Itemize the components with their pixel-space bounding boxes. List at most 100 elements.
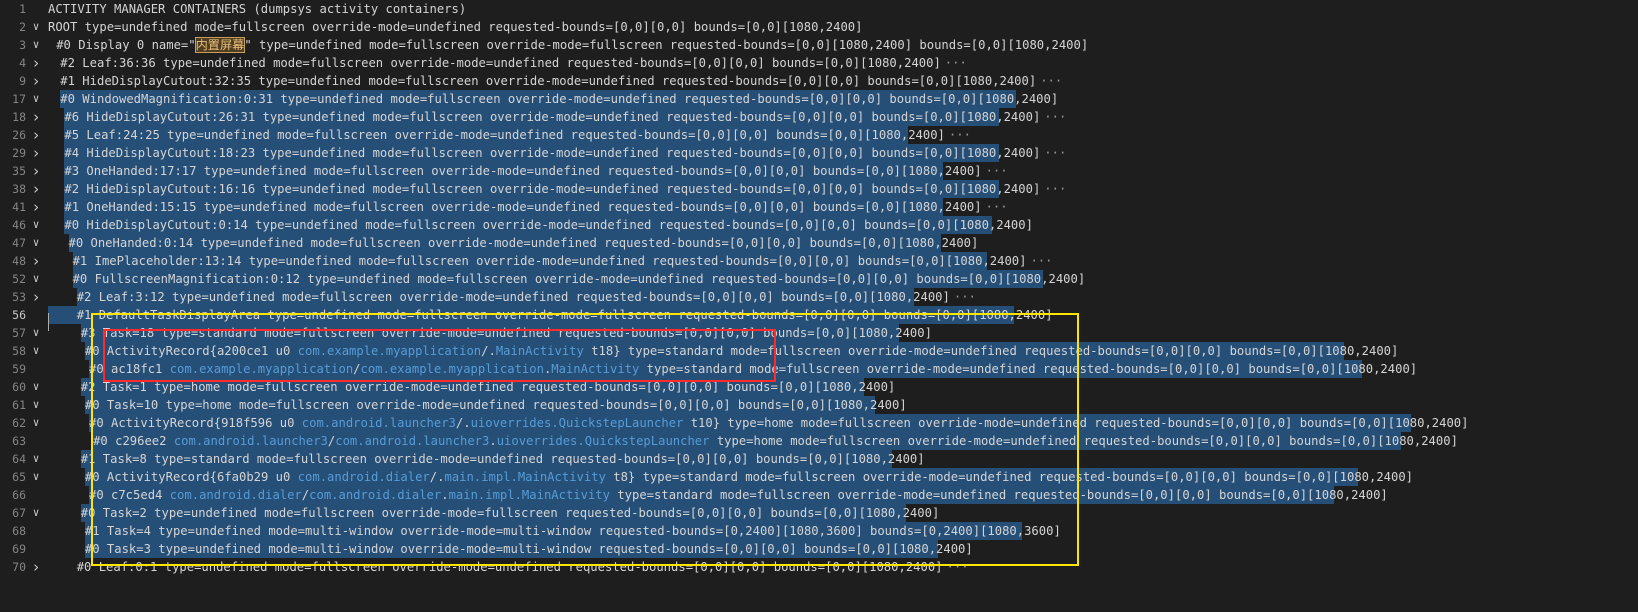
fold-collapsed-chevron-icon[interactable]: › xyxy=(29,126,43,144)
editor-line[interactable]: 61 ∨ #0 Task=10 type=home mode=fullscreen … xyxy=(0,396,1638,414)
editor-line[interactable]: 46 ∨ #0 HideDisplayCutout:0:14 type=undefi… xyxy=(0,216,1638,234)
fold-expanded-chevron-icon[interactable]: ∨ xyxy=(29,378,43,396)
fold-expanded-chevron-icon[interactable]: ∨ xyxy=(29,90,43,108)
fold-expanded-chevron-icon[interactable]: ∨ xyxy=(29,396,43,414)
fold-collapsed-chevron-icon[interactable]: › xyxy=(29,198,43,216)
editor-line[interactable]: 65 ∨ #0 ActivityRecord{6fa0b29 u0 com.andr… xyxy=(0,468,1638,486)
line-text-content: #0 HideDisplayCutout:0:14 type=undefined… xyxy=(64,218,1033,232)
folded-ellipsis-icon[interactable]: ··· xyxy=(1044,110,1066,124)
editor-line[interactable]: 3 ∨ #0 Display 0 name="内置屏幕" type=undefine… xyxy=(0,36,1638,54)
editor-line[interactable]: 48 › #1 ImePlaceholder:13:14 type=undefine… xyxy=(0,252,1638,270)
line-text: #0 OneHanded:0:14 type=undefined mode=fu… xyxy=(69,234,979,252)
search-match-highlight: 内置屏幕 xyxy=(194,37,246,53)
fold-collapsed-chevron-icon[interactable]: › xyxy=(29,558,43,576)
line-text: #2 Leaf:3:12 type=undefined mode=fullscr… xyxy=(77,288,976,306)
fold-collapsed-chevron-icon[interactable]: › xyxy=(29,162,43,180)
fold-expanded-chevron-icon[interactable]: ∨ xyxy=(29,270,43,288)
editor-line[interactable]: 1 ACTIVITY MANAGER CONTAINERS (dumpsys ac… xyxy=(0,0,1638,18)
editor-line[interactable]: 69 #0 Task=3 type=undefined mode=multi-wi… xyxy=(0,540,1638,558)
folded-ellipsis-icon[interactable]: ··· xyxy=(986,164,1008,178)
line-text: #1 ImePlaceholder:13:14 type=undefined m… xyxy=(73,252,1053,270)
fold-collapsed-chevron-icon[interactable]: › xyxy=(29,144,43,162)
editor-line[interactable]: 60 ∨ #2 Task=1 type=home mode=fullscreen o… xyxy=(0,378,1638,396)
editor-line[interactable]: 2 ∨ ROOT type=undefined mode=fullscreen ov… xyxy=(0,18,1638,36)
folded-ellipsis-icon[interactable]: ··· xyxy=(1044,182,1066,196)
fold-collapsed-chevron-icon[interactable]: › xyxy=(29,54,43,72)
line-text-content: #0 Task=3 type=undefined mode=multi-wind… xyxy=(84,542,973,556)
line-text: #1 OneHanded:15:15 type=undefined mode=f… xyxy=(64,198,1007,216)
line-number: 35 xyxy=(12,164,26,178)
line-text-content: #0 Task=2 type=undefined mode=fullscreen… xyxy=(80,506,940,520)
editor-line[interactable]: 62 ∨ #0 ActivityRecord{918f596 u0 com.andr… xyxy=(0,414,1638,432)
editor-line[interactable]: 57 ∨ #3 Task=18 type=standard mode=fullscr… xyxy=(0,324,1638,342)
line-text-content: #0 FullscreenMagnification:0:12 type=und… xyxy=(72,272,1086,286)
fold-expanded-chevron-icon[interactable]: ∨ xyxy=(29,216,43,234)
folded-ellipsis-icon[interactable]: ··· xyxy=(945,56,967,70)
fold-expanded-chevron-icon[interactable]: ∨ xyxy=(29,450,43,468)
folded-ellipsis-icon[interactable]: ··· xyxy=(949,128,971,142)
line-number: 29 xyxy=(12,146,26,160)
fold-collapsed-chevron-icon[interactable]: › xyxy=(29,180,43,198)
line-text: #0 WindowedMagnification:0:31 type=undef… xyxy=(60,90,1058,108)
fold-expanded-chevron-icon[interactable]: ∨ xyxy=(29,18,43,36)
fold-expanded-chevron-icon[interactable]: ∨ xyxy=(29,504,43,522)
code-editor[interactable]: 1 ACTIVITY MANAGER CONTAINERS (dumpsys ac… xyxy=(0,0,1638,612)
line-text-content: #1 HideDisplayCutout:32:35 type=undefine… xyxy=(60,74,1037,88)
editor-line[interactable]: 68 #1 Task=4 type=undefined mode=multi-wi… xyxy=(0,522,1638,540)
fold-collapsed-chevron-icon[interactable]: › xyxy=(29,108,43,126)
fold-collapsed-chevron-icon[interactable]: › xyxy=(29,252,43,270)
fold-collapsed-chevron-icon[interactable]: › xyxy=(29,288,43,306)
editor-line[interactable]: 53 › #2 Leaf:3:12 type=undefined mode=full… xyxy=(0,288,1638,306)
fold-expanded-chevron-icon[interactable]: ∨ xyxy=(29,414,43,432)
line-text: #3 Task=18 type=standard mode=fullscreen… xyxy=(81,324,932,342)
fold-expanded-chevron-icon[interactable]: ∨ xyxy=(29,468,43,486)
line-text-content: #0 c296ee2 com.android.launcher3/com.and… xyxy=(93,434,1458,448)
editor-line[interactable]: 4 › #2 Leaf:36:36 type=undefined mode=full… xyxy=(0,54,1638,72)
line-text-content: #0 c7c5ed4 com.android.dialer/com.androi… xyxy=(89,488,1388,502)
editor-line[interactable]: 52 ∨ #0 FullscreenMagnification:0:12 type=… xyxy=(0,270,1638,288)
folded-ellipsis-icon[interactable]: ··· xyxy=(986,200,1008,214)
editor-line[interactable]: 17 ∨ #0 WindowedMagnification:0:31 type=un… xyxy=(0,90,1638,108)
editor-line[interactable]: 26 › #5 Leaf:24:25 type=undefined mode=ful… xyxy=(0,126,1638,144)
editor-line[interactable]: 67 ∨ #0 Task=2 type=undefined mode=fullscr… xyxy=(0,504,1638,522)
fold-expanded-chevron-icon[interactable]: ∨ xyxy=(29,234,43,252)
editor-line[interactable]: 47 ∨ #0 OneHanded:0:14 type=undefined mode… xyxy=(0,234,1638,252)
editor-line[interactable]: 63 #0 c296ee2 com.android.launcher3/com.a… xyxy=(0,432,1638,450)
line-number: 65 xyxy=(12,470,26,484)
editor-line[interactable]: 38 › #2 HideDisplayCutout:16:16 type=undef… xyxy=(0,180,1638,198)
line-number: 26 xyxy=(12,128,26,142)
fold-expanded-chevron-icon[interactable]: ∨ xyxy=(29,342,43,360)
editor-line[interactable]: 41 › #1 OneHanded:15:15 type=undefined mod… xyxy=(0,198,1638,216)
editor-line[interactable]: 29 › #4 HideDisplayCutout:18:23 type=undef… xyxy=(0,144,1638,162)
line-text: #2 Leaf:36:36 type=undefined mode=fullsc… xyxy=(60,54,967,72)
line-number: 4 xyxy=(19,56,26,70)
folded-ellipsis-icon[interactable]: ··· xyxy=(1044,146,1066,160)
editor-line[interactable]: 18 › #6 HideDisplayCutout:26:31 type=undef… xyxy=(0,108,1638,126)
fold-collapsed-chevron-icon[interactable]: › xyxy=(29,72,43,90)
line-text: #1 Task=4 type=undefined mode=multi-wind… xyxy=(85,522,1061,540)
editor-line[interactable]: 64 ∨ #1 Task=8 type=standard mode=fullscre… xyxy=(0,450,1638,468)
folded-ellipsis-icon[interactable]: ··· xyxy=(1040,74,1062,88)
editor-line[interactable]: 9 › #1 HideDisplayCutout:32:35 type=undefi… xyxy=(0,72,1638,90)
line-text-content: #4 HideDisplayCutout:18:23 type=undefine… xyxy=(64,146,1041,160)
folded-ellipsis-icon[interactable]: ··· xyxy=(1030,254,1052,268)
editor-line[interactable]: 56 #1 DefaultTaskDisplayArea type=undefin… xyxy=(0,306,1638,324)
line-number: 47 xyxy=(12,236,26,250)
line-text: #1 HideDisplayCutout:32:35 type=undefine… xyxy=(60,72,1062,90)
editor-line[interactable]: 35 › #3 OneHanded:17:17 type=undefined mod… xyxy=(0,162,1638,180)
fold-expanded-chevron-icon[interactable]: ∨ xyxy=(29,324,43,342)
fold-expanded-chevron-icon[interactable]: ∨ xyxy=(29,36,43,54)
folded-ellipsis-icon[interactable]: ··· xyxy=(954,290,976,304)
editor-line[interactable]: 59 #0 ac18fc1 com.example.myapplication/c… xyxy=(0,360,1638,378)
editor-line[interactable]: 70 › #0 Leaf:0:1 type=undefined mode=fulls… xyxy=(0,558,1638,576)
line-text: #5 Leaf:24:25 type=undefined mode=fullsc… xyxy=(64,126,971,144)
line-text: #0 ActivityRecord{918f596 u0 com.android… xyxy=(89,414,1469,432)
line-text: #0 Task=2 type=undefined mode=fullscreen… xyxy=(81,504,940,522)
folded-ellipsis-icon[interactable]: ··· xyxy=(947,560,969,574)
line-text-content: #5 Leaf:24:25 type=undefined mode=fullsc… xyxy=(64,128,945,142)
editor-line[interactable]: 58 ∨ #0 ActivityRecord{a200ce1 u0 com.exam… xyxy=(0,342,1638,360)
line-number: 1 xyxy=(19,2,26,16)
editor-line[interactable]: 66 #0 c7c5ed4 com.android.dialer/com.andr… xyxy=(0,486,1638,504)
line-number: 56 xyxy=(12,308,26,322)
line-text: #6 HideDisplayCutout:26:31 type=undefine… xyxy=(64,108,1066,126)
